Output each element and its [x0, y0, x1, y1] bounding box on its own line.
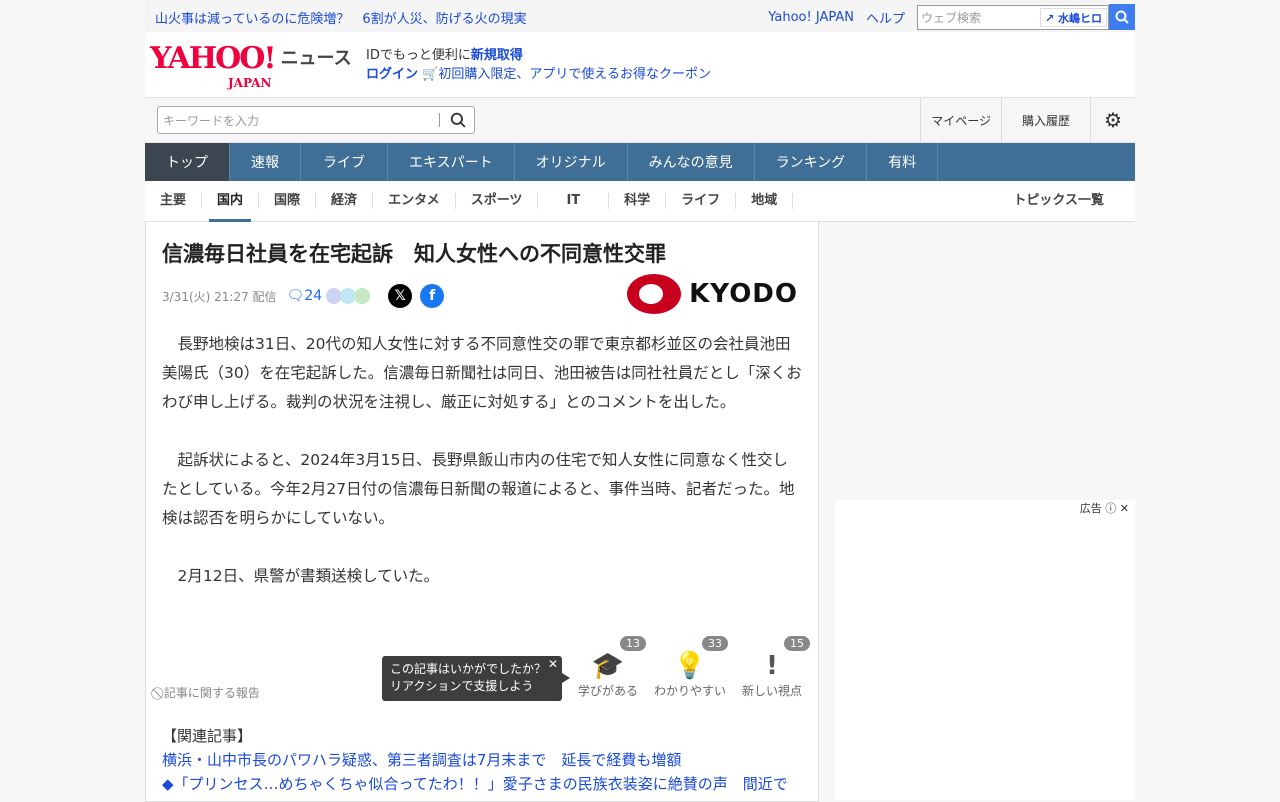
nav-tab-live[interactable]: ライブ — [301, 143, 388, 181]
reaction-learn-button[interactable]: 13 🎓 学びがある — [568, 636, 648, 699]
article-date: 3/31(火) 21:27 配信 — [162, 289, 277, 304]
article-paragraph: 起訴状によると、2024年3月15日、長野県飯山市内の住宅で知人女性に同意なく性… — [162, 451, 795, 527]
tooltip-line2: リアクションで支援しよう — [390, 679, 534, 693]
related-heading: 【関連記事】 — [162, 727, 253, 745]
kyodo-logo[interactable]: KYODO — [627, 274, 798, 314]
search-row: キーワードを入力 マイページ 購入履歴 ⚙ — [145, 98, 1135, 143]
help-link[interactable]: ヘルプ — [866, 8, 905, 27]
reaction-label: 学びがある — [577, 684, 638, 698]
reaction-count: 33 — [702, 636, 728, 651]
related-articles: 【関連記事】 横浜・山中市長のパワハラ疑惑、第三者調査は7月末まで 延長で経費も… — [162, 724, 788, 796]
subnav-it[interactable]: IT — [538, 193, 610, 209]
report-link[interactable]: ⃠ 記事に関する報告 — [160, 684, 260, 701]
related-link[interactable]: 横浜・山中市長のパワハラ疑惑、第三者調査は7月末まで 延長で経費も増額 — [162, 751, 681, 769]
comments-link[interactable]: 🗨 24 — [287, 288, 323, 304]
settings-gear-icon[interactable]: ⚙ — [1090, 98, 1135, 142]
nav-tab-paid[interactable]: 有料 — [867, 143, 939, 181]
subnav-entertainment[interactable]: エンタメ — [373, 193, 456, 209]
reaction-label: わかりやすい — [653, 684, 726, 698]
article: 信濃毎日社員を在宅起訴 知人女性への不同意性交罪 3/31(火) 21:27 配… — [145, 222, 819, 802]
comment-count: 24 — [304, 288, 323, 304]
subnav-science[interactable]: 科学 — [609, 193, 667, 209]
nav-tab-expert[interactable]: エキスパート — [388, 143, 515, 181]
info-icon[interactable]: ⓘ — [1105, 502, 1116, 515]
tooltip-line1: この記事はいかがでしたか？ — [390, 662, 547, 676]
search-icon — [1115, 10, 1129, 24]
report-label: 記事に関する報告 — [163, 686, 260, 700]
nav-tab-breaking[interactable]: 速報 — [230, 143, 301, 181]
topics-list-link[interactable]: トピックス一覧 — [998, 193, 1119, 209]
login-link[interactable]: ログイン — [366, 67, 418, 82]
close-icon[interactable]: ✕ — [1120, 502, 1129, 515]
coupon-link[interactable]: 初回購入限定、アプリで使えるお得なクーポン — [438, 67, 711, 82]
facebook-share-icon[interactable]: f — [420, 284, 445, 308]
main-nav: トップ 速報 ライブ エキスパート オリジナル みんなの意見 ランキング 有料 — [145, 143, 1135, 181]
header: YAHOO! JAPAN ニュース IDでもっと便利に新規取得 ログイン 🛒初回購… — [145, 32, 1135, 98]
search-icon[interactable] — [450, 112, 466, 128]
nav-tab-ranking[interactable]: ランキング — [755, 143, 868, 181]
graduation-cap-icon: 🎓 — [591, 651, 625, 681]
x-share-icon[interactable]: 𝕏 — [388, 284, 413, 308]
nav-tab-top[interactable]: トップ — [145, 143, 230, 181]
ad-slot: 広告 ⓘ ✕ — [835, 500, 1135, 800]
top-strip: 山火事は減っているのに危険増？ 6割が人災、防げる火の現実 Yahoo! JAP… — [145, 0, 1135, 32]
yahoo-japan-link[interactable]: Yahoo! JAPAN — [768, 10, 854, 25]
reaction-tooltip: この記事はいかがでしたか？ リアクションで支援しよう ✕ — [382, 656, 570, 701]
reaction-count: 15 — [784, 636, 810, 651]
subnav-life[interactable]: ライフ — [666, 193, 737, 209]
lightbulb-icon: 💡 — [673, 651, 707, 681]
article-body: 長野地検は31日、20代の知人女性に対する不同意性交の罪で東京都杉並区の会社員池… — [162, 330, 802, 620]
cart-icon: 🛒 — [422, 67, 439, 82]
article-paragraph: 2月12日、県警が書類送検していた。 — [162, 567, 440, 585]
ad-label: 広告 — [1079, 502, 1102, 515]
promo-text: IDでもっと便利に — [366, 48, 471, 63]
subnav-main[interactable]: 主要 — [145, 193, 203, 209]
keyword-search-input[interactable]: キーワードを入力 — [157, 106, 475, 134]
subnav-world[interactable]: 国際 — [259, 193, 317, 209]
yahoo-news-logo[interactable]: YAHOO! JAPAN ニュース — [150, 44, 352, 91]
trend-tag[interactable]: ↗ 水嶋ヒロ — [1039, 7, 1107, 27]
trend-tag-label: 水嶋ヒロ — [1058, 11, 1102, 25]
web-search-button[interactable] — [1109, 4, 1135, 30]
web-search-input[interactable]: ウェブ検索 ↗ 水嶋ヒロ — [917, 4, 1109, 30]
subnav-sports[interactable]: スポーツ — [456, 193, 539, 209]
subnav-domestic[interactable]: 国内 — [202, 193, 260, 222]
reaction-new-view-button[interactable]: 15! 新しい視点 — [732, 636, 812, 699]
reaction-label: 新しい視点 — [741, 684, 802, 698]
related-link[interactable]: ◆「プリンセス…めちゃくちゃ似合ってたわ！！」愛子さまの民族衣装姿に絶賛の声 間… — [162, 775, 788, 793]
top-headline-link[interactable]: 山火事は減っているのに危険増？ 6割が人災、防げる火の現実 — [155, 8, 527, 27]
exclamation-icon: ! — [766, 651, 778, 681]
reaction-faces — [326, 288, 371, 304]
logo-news-label: ニュース — [280, 48, 352, 69]
subnav-local[interactable]: 地域 — [736, 193, 794, 209]
reaction-clear-button[interactable]: 33 💡 わかりやすい — [650, 636, 730, 699]
reaction-count: 13 — [620, 636, 646, 651]
web-search-placeholder: ウェブ検索 — [921, 10, 982, 25]
nav-tab-opinions[interactable]: みんなの意見 — [628, 143, 755, 181]
article-title: 信濃毎日社員を在宅起訴 知人女性への不同意性交罪 — [162, 242, 666, 266]
source-label: KYODO — [689, 279, 798, 309]
sub-nav: 主要 国内 国際 経済 エンタメ スポーツ IT 科学 ライフ 地域 トピックス… — [145, 181, 1135, 222]
mypage-link[interactable]: マイページ — [920, 98, 1001, 142]
purchase-history-link[interactable]: 購入履歴 — [1001, 98, 1090, 142]
keyword-placeholder: キーワードを入力 — [163, 113, 260, 128]
comment-icon: 🗨 — [286, 288, 305, 304]
subnav-economy[interactable]: 経済 — [316, 193, 374, 209]
signup-link[interactable]: 新規取得 — [471, 48, 523, 63]
nav-tab-original[interactable]: オリジナル — [515, 143, 628, 181]
close-icon[interactable]: ✕ — [548, 656, 558, 673]
article-paragraph: 長野地検は31日、20代の知人女性に対する不同意性交の罪で東京都杉並区の会社員池… — [162, 335, 802, 411]
